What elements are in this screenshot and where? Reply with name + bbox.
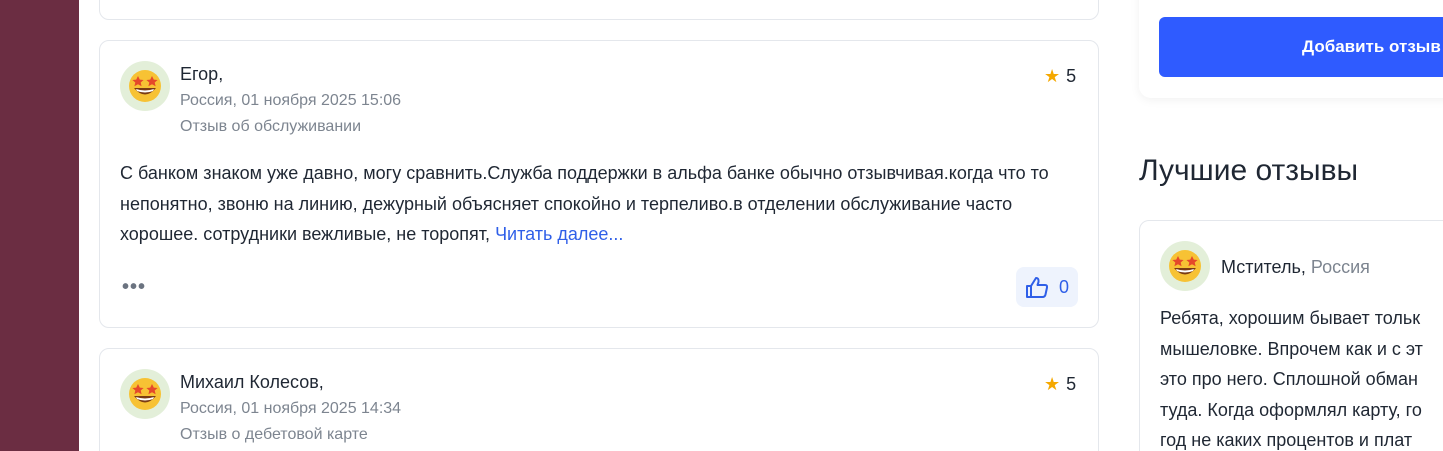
previous-review-card [99, 0, 1099, 20]
avatar[interactable] [1160, 241, 1210, 291]
star-struck-emoji-icon [129, 378, 161, 410]
star-icon: ★ [1044, 374, 1061, 394]
thumbs-up-icon [1025, 277, 1049, 298]
review-author[interactable]: Егор, [180, 64, 223, 85]
best-reviews-heading: Лучшие отзывы [1139, 154, 1359, 187]
best-review-author[interactable]: Мститель, Россия [1221, 257, 1370, 278]
review-author[interactable]: Михаил Колесов, [180, 372, 324, 393]
review-rating: ★ 5 [1044, 66, 1076, 87]
star-struck-emoji-icon [129, 70, 161, 102]
best-review-author-name: Мститель, [1221, 257, 1306, 277]
read-more-link[interactable]: Читать далее... [495, 224, 623, 244]
like-button[interactable]: 0 [1016, 267, 1078, 307]
best-review-line: туда. Когда оформлял карту, го [1160, 399, 1422, 420]
rating-value: 5 [1066, 374, 1077, 394]
star-icon: ★ [1044, 66, 1061, 86]
best-review-text: Ребята, хорошим бывает тольк мышеловке. … [1160, 303, 1443, 451]
add-review-button[interactable]: Добавить отзыв [1159, 17, 1443, 77]
star-struck-emoji-icon [1169, 250, 1201, 282]
best-review-line: Ребята, хорошим бывает тольк [1160, 308, 1421, 328]
like-count: 0 [1058, 276, 1069, 297]
more-dots-icon[interactable]: ••• [122, 276, 146, 299]
review-category: Отзыв об обслуживании [180, 118, 362, 135]
best-review-line: год не каких процентов и плат [1160, 430, 1413, 450]
review-text: С банком знаком уже давно, могу сравнить… [120, 158, 1070, 250]
rating-value: 5 [1066, 66, 1077, 86]
review-rating: ★ 5 [1044, 374, 1076, 395]
review-location-date: Россия, 01 ноября 2025 14:34 [180, 400, 402, 417]
best-review-country: Россия [1310, 257, 1370, 277]
left-page-border [0, 0, 79, 451]
best-review-line: это про него. Сплошной обман [1160, 369, 1418, 389]
avatar[interactable] [120, 61, 170, 111]
best-review-card: Мститель, Россия Ребята, хорошим бывает … [1139, 220, 1443, 451]
review-location-date: Россия, 01 ноября 2025 15:06 [180, 92, 402, 109]
avatar[interactable] [120, 369, 170, 419]
best-review-line: мышеловке. Впрочем как и с эт [1160, 338, 1423, 359]
review-category: Отзыв о дебетовой карте [180, 426, 368, 443]
